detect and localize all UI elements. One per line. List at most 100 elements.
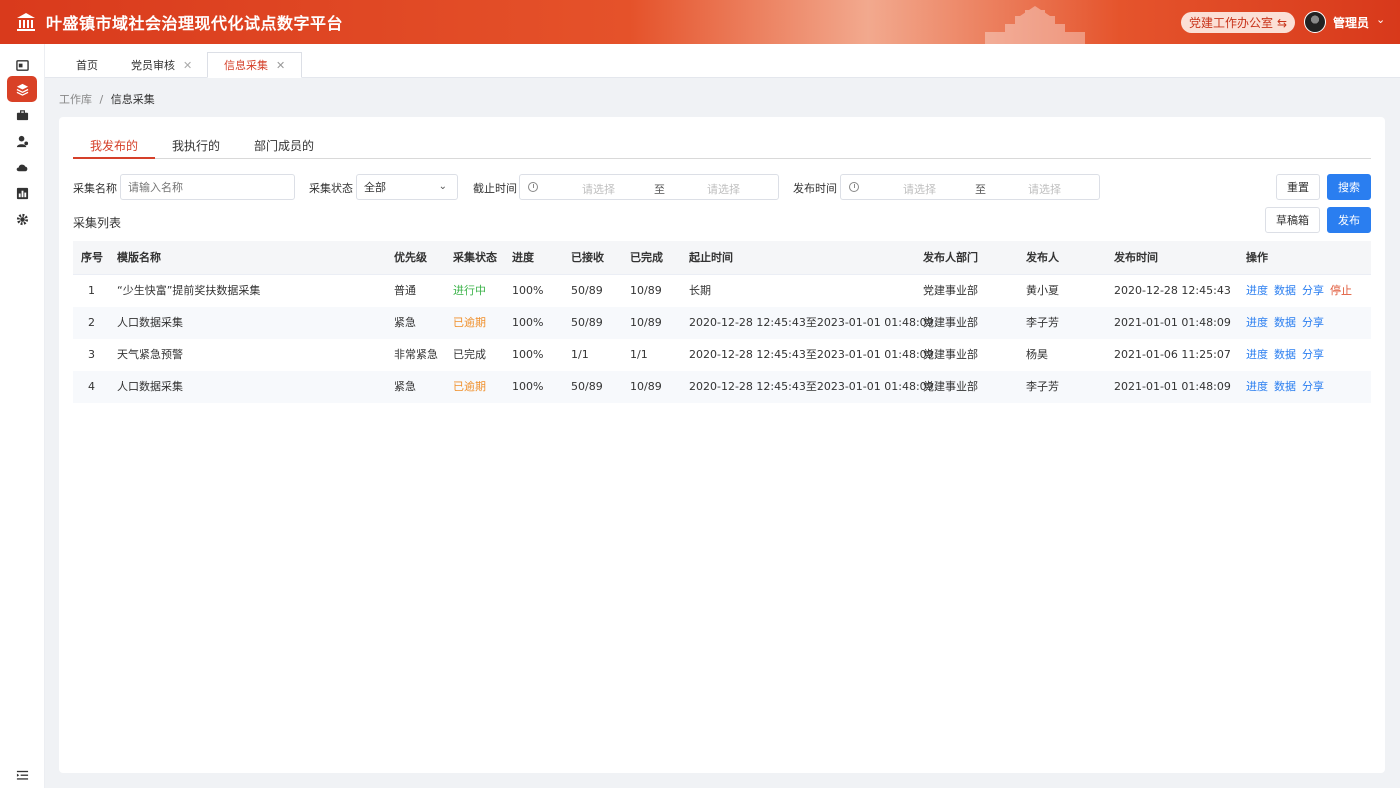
subtab-department[interactable]: 部门成员的 [254, 137, 314, 159]
deadline-start-input[interactable]: 请选择 [582, 181, 615, 197]
row-time: 2021-01-01 01:48:09 [1114, 316, 1231, 329]
deadline-filter-label: 截止时间 [473, 182, 517, 195]
row-index: 2 [88, 316, 95, 329]
gear-icon [16, 213, 28, 225]
data-link[interactable]: 数据 [1274, 380, 1296, 393]
chart-icon [16, 187, 28, 199]
row-status: 已逾期 [453, 380, 486, 393]
tab-label: 党员审核 [131, 59, 175, 72]
row-dept: 党建事业部 [923, 316, 978, 329]
publish-button[interactable]: 发布 [1327, 207, 1371, 233]
row-time: 2021-01-01 01:48:09 [1114, 380, 1231, 393]
sidebar-item-settings[interactable] [7, 206, 37, 232]
sidebar-item-cloud[interactable] [7, 154, 37, 180]
breadcrumb-root[interactable]: 工作库 [59, 93, 92, 106]
name-input[interactable] [120, 174, 295, 200]
range-separator: 至 [975, 183, 986, 196]
tab-info-collection[interactable]: 信息采集 ✕ [207, 52, 303, 78]
indent-icon [16, 770, 28, 780]
avatar[interactable] [1304, 11, 1326, 33]
row-progress: 100% [512, 380, 544, 393]
row-index: 1 [88, 284, 95, 297]
row-dept: 党建事业部 [923, 380, 978, 393]
draft-box-button[interactable]: 草稿箱 [1265, 207, 1320, 233]
breadcrumb-separator: / [99, 93, 104, 106]
switch-icon: ⇆ [1277, 15, 1288, 30]
tab-bar: 首页 党员审核 ✕ 信息采集 ✕ [45, 44, 1400, 78]
sidebar-item-briefcase[interactable] [7, 102, 37, 128]
breadcrumb: 工作库 / 信息采集 [59, 91, 155, 107]
data-link[interactable]: 数据 [1274, 284, 1296, 297]
publish-end-input[interactable]: 请选择 [1028, 181, 1061, 197]
header-index: 序号 [81, 251, 103, 264]
sidebar-item-layers[interactable] [7, 76, 37, 102]
row-received: 50/89 [571, 284, 603, 297]
share-link[interactable]: 分享 [1302, 380, 1324, 393]
office-switch-button[interactable]: 党建工作办公室 ⇆ [1181, 12, 1296, 33]
range-separator: 至 [654, 183, 665, 196]
row-done: 10/89 [630, 316, 662, 329]
row-index: 3 [88, 348, 95, 361]
sidebar-collapse-button[interactable] [7, 762, 37, 788]
row-name: 人口数据采集 [117, 316, 183, 329]
row-ops: 进度 数据 分享 [1246, 339, 1330, 371]
publish-start-input[interactable]: 请选择 [903, 181, 936, 197]
search-button[interactable]: 搜索 [1327, 174, 1371, 200]
row-publisher: 李子芳 [1026, 316, 1059, 329]
chevron-down-icon[interactable]: ⌄ [1376, 13, 1385, 26]
publish-range-picker[interactable]: 请选择 至 请选择 [840, 174, 1100, 200]
sub-tabs: 我发布的 我执行的 部门成员的 [73, 137, 1371, 159]
table-row: 3 天气紧急预警 非常紧急 已完成 100% 1/1 1/1 2020-12-2… [73, 339, 1371, 371]
status-select[interactable]: 全部 ⌄ [356, 174, 458, 200]
chevron-down-icon: ⌄ [438, 181, 447, 192]
header-progress: 进度 [512, 251, 534, 264]
row-priority: 普通 [394, 284, 416, 297]
close-icon[interactable]: ✕ [183, 59, 192, 72]
clock-icon [528, 182, 538, 192]
sidebar-item-dashboard[interactable] [7, 52, 37, 78]
tab-label: 首页 [76, 59, 98, 72]
dashboard-icon [15, 59, 29, 71]
row-index: 4 [88, 380, 95, 393]
sidebar [0, 44, 45, 788]
header-done: 已完成 [630, 251, 663, 264]
subtab-published[interactable]: 我发布的 [73, 137, 155, 159]
sidebar-item-chart[interactable] [7, 180, 37, 206]
layers-icon [16, 83, 28, 96]
progress-link[interactable]: 进度 [1246, 284, 1268, 297]
app-title: 叶盛镇市域社会治理现代化试点数字平台 [46, 14, 344, 33]
sidebar-item-users[interactable] [7, 128, 37, 154]
tab-home[interactable]: 首页 [76, 52, 98, 78]
row-received: 50/89 [571, 380, 603, 393]
app-header: 叶盛镇市域社会治理现代化试点数字平台 党建工作办公室 ⇆ 管理员 ⌄ [0, 0, 1400, 44]
status-filter-label: 采集状态 [309, 182, 353, 195]
user-name[interactable]: 管理员 [1333, 14, 1369, 31]
share-link[interactable]: 分享 [1302, 284, 1324, 297]
clock-icon [849, 182, 859, 192]
data-link[interactable]: 数据 [1274, 348, 1296, 361]
share-link[interactable]: 分享 [1302, 348, 1324, 361]
stop-link[interactable]: 停止 [1330, 284, 1352, 297]
progress-link[interactable]: 进度 [1246, 316, 1268, 329]
row-dept: 党建事业部 [923, 284, 978, 297]
deadline-range-picker[interactable]: 请选择 至 请选择 [519, 174, 779, 200]
briefcase-icon [16, 109, 28, 120]
row-publisher: 李子芳 [1026, 380, 1059, 393]
share-link[interactable]: 分享 [1302, 316, 1324, 329]
row-received: 50/89 [571, 316, 603, 329]
subtab-executing[interactable]: 我执行的 [172, 137, 220, 159]
row-priority: 非常紧急 [394, 348, 438, 361]
progress-link[interactable]: 进度 [1246, 380, 1268, 393]
main-card: 我发布的 我执行的 部门成员的 采集名称 采集状态 全部 ⌄ 截止时间 请选择 … [59, 117, 1385, 773]
tab-member-review[interactable]: 党员审核 ✕ [131, 52, 192, 78]
row-done: 1/1 [630, 348, 648, 361]
data-link[interactable]: 数据 [1274, 316, 1296, 329]
row-priority: 紧急 [394, 316, 416, 329]
table-row: 1 “少生快富”提前奖扶数据采集 普通 进行中 100% 50/89 10/89… [73, 275, 1371, 307]
deadline-end-input[interactable]: 请选择 [707, 181, 740, 197]
reset-button[interactable]: 重置 [1276, 174, 1320, 200]
row-period: 2020-12-28 12:45:43至2023-01-01 01:48:09 [689, 348, 934, 361]
close-icon[interactable]: ✕ [276, 59, 285, 72]
progress-link[interactable]: 进度 [1246, 348, 1268, 361]
row-done: 10/89 [630, 380, 662, 393]
